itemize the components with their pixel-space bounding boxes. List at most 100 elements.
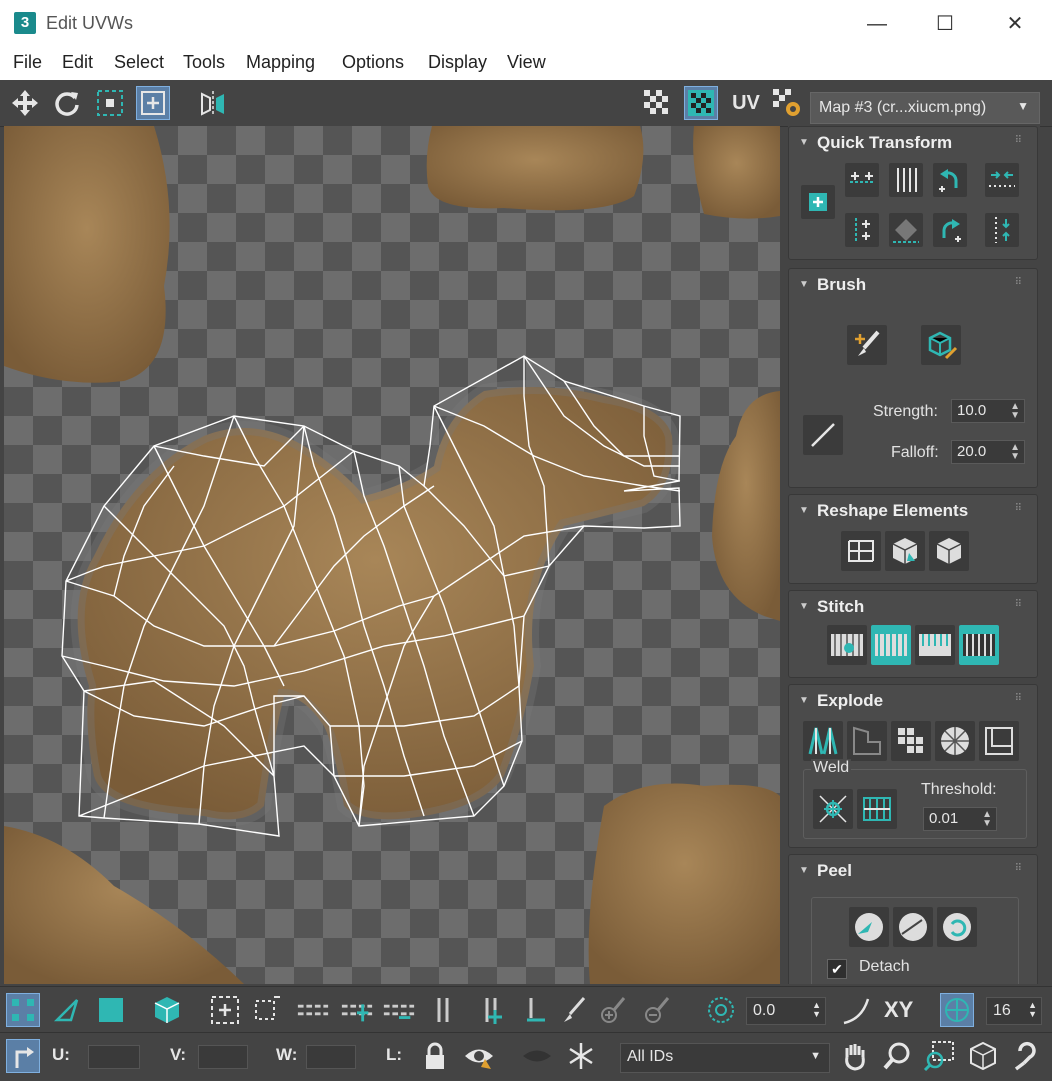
spinner-arrows-icon[interactable]: ▲ ▼ [1010, 402, 1020, 421]
relax-icon[interactable] [885, 531, 925, 571]
paint-select-icon[interactable] [556, 993, 590, 1027]
freeze-icon[interactable] [564, 1039, 598, 1073]
flatten-icon[interactable] [891, 721, 931, 761]
lock-icon[interactable] [418, 1039, 452, 1073]
polygon-mode-icon[interactable] [94, 993, 128, 1027]
weld-selected-icon[interactable] [813, 789, 853, 829]
space-horizontal-icon[interactable] [985, 163, 1019, 197]
stitch-to-target-icon[interactable] [871, 625, 911, 665]
align-horizontal-icon[interactable] [845, 163, 879, 197]
pan-hand-icon[interactable] [838, 1039, 872, 1073]
minimize-button[interactable]: — [854, 8, 900, 40]
absolute-offset-icon[interactable] [6, 1039, 40, 1073]
break-icon[interactable] [803, 721, 843, 761]
close-button[interactable]: ✕ [992, 8, 1038, 40]
grow-loop-icon[interactable] [474, 993, 508, 1027]
zoom-region-icon[interactable] [922, 1039, 956, 1073]
relax-settings-icon[interactable] [929, 531, 969, 571]
quick-peel-icon[interactable] [849, 907, 889, 947]
menu-tools[interactable]: Tools [183, 52, 225, 73]
rotate-ccw-icon[interactable] [933, 163, 967, 197]
stitch-custom-icon[interactable] [827, 625, 867, 665]
shrink-selection-icon[interactable] [248, 993, 282, 1027]
scale-icon[interactable] [93, 86, 127, 120]
grow-ring-icon[interactable] [340, 993, 374, 1027]
menu-options[interactable]: Options [342, 52, 404, 73]
move-icon[interactable] [8, 86, 42, 120]
weld-target-icon[interactable] [857, 789, 897, 829]
map-settings-icon[interactable] [770, 86, 804, 120]
rotation-spinner[interactable]: 0.0 ▲ ▼ [746, 997, 826, 1025]
stitch-average-icon[interactable] [915, 625, 955, 665]
freeform-icon[interactable] [136, 86, 170, 120]
rotation-snap-icon[interactable] [704, 993, 738, 1027]
v-field[interactable] [198, 1045, 248, 1069]
spinner-arrows-icon[interactable]: ▲ ▼ [812, 1001, 821, 1019]
grid-value-spinner[interactable]: 16 ▲ ▼ [986, 997, 1042, 1025]
rotate-cw-icon[interactable] [933, 213, 967, 247]
grid-snap-icon[interactable] [940, 993, 974, 1027]
shrink-brush-icon[interactable] [640, 993, 674, 1027]
shrink-ring-icon[interactable] [382, 993, 416, 1027]
paint-move-icon[interactable] [847, 325, 887, 365]
rollout-title[interactable]: Quick Transform [817, 133, 952, 153]
brush-falloff-icon[interactable] [803, 415, 843, 455]
unhide-icon[interactable] [520, 1039, 554, 1073]
detach-checkbox[interactable]: ✔ [827, 959, 847, 979]
menu-mapping[interactable]: Mapping [246, 52, 315, 73]
uv-toggle[interactable]: UV [728, 86, 764, 120]
reset-peel-icon[interactable] [937, 907, 977, 947]
zoom-icon[interactable] [880, 1039, 914, 1073]
material-id-select[interactable]: All IDs ▼ [620, 1043, 830, 1073]
explode-sphere-icon[interactable] [935, 721, 975, 761]
align-center-icon[interactable] [889, 213, 923, 247]
help-icon[interactable] [1010, 1039, 1044, 1073]
rollout-title[interactable]: Explode [817, 691, 883, 711]
enlarge-brush-icon[interactable] [596, 993, 630, 1027]
threshold-spinner[interactable]: 0.01 ▲ ▼ [923, 807, 997, 831]
menu-select[interactable]: Select [114, 52, 164, 73]
rollout-title[interactable]: Reshape Elements [817, 501, 968, 521]
show-map-icon[interactable] [684, 86, 718, 120]
w-field[interactable] [306, 1045, 356, 1069]
xy-toggle[interactable]: XY [884, 997, 913, 1023]
hide-icon[interactable] [462, 1039, 496, 1073]
rollout-title[interactable]: Brush [817, 275, 866, 295]
collapse-icon[interactable]: ▼ [799, 601, 809, 612]
maximize-button[interactable]: ☐ [922, 8, 968, 40]
space-vertical-icon[interactable] [985, 213, 1019, 247]
menu-display[interactable]: Display [428, 52, 487, 73]
checker-pattern-icon[interactable] [640, 86, 674, 120]
shrink-loop-icon[interactable] [518, 993, 552, 1027]
ring-selection-icon[interactable] [296, 993, 330, 1027]
align-grid-icon[interactable] [845, 213, 879, 247]
edge-mode-icon[interactable] [50, 993, 84, 1027]
mirror-icon[interactable] [196, 86, 230, 120]
detach-edge-icon[interactable] [847, 721, 887, 761]
collapse-icon[interactable]: ▼ [799, 865, 809, 876]
collapse-icon[interactable]: ▼ [799, 137, 809, 148]
uv-editor-viewport[interactable] [4, 126, 780, 984]
element-mode-icon[interactable] [150, 993, 184, 1027]
explode-by-smoothing-icon[interactable] [979, 721, 1019, 761]
spinner-arrows-icon[interactable]: ▲ ▼ [1028, 1001, 1037, 1019]
peel-mode-icon[interactable] [893, 907, 933, 947]
stitch-to-source-icon[interactable] [959, 625, 999, 665]
u-field[interactable] [88, 1045, 140, 1069]
rotate-icon[interactable] [50, 86, 84, 120]
rollout-title[interactable]: Peel [817, 861, 852, 881]
loop-selection-icon[interactable] [426, 993, 460, 1027]
spinner-arrows-icon[interactable]: ▲ ▼ [982, 810, 992, 829]
straighten-icon[interactable] [841, 531, 881, 571]
zoom-extents-icon[interactable] [966, 1039, 1000, 1073]
grow-selection-icon[interactable] [208, 993, 242, 1027]
vertex-mode-icon[interactable] [6, 993, 40, 1027]
menu-view[interactable]: View [507, 52, 546, 73]
menu-edit[interactable]: Edit [62, 52, 93, 73]
map-select[interactable]: Map #3 (cr...xiucm.png) ▼ [810, 92, 1040, 124]
soft-selection-icon[interactable] [840, 993, 874, 1027]
spinner-arrows-icon[interactable]: ▲ ▼ [1010, 443, 1020, 462]
falloff-spinner[interactable]: 20.0 ▲ ▼ [951, 440, 1025, 464]
collapse-icon[interactable]: ▼ [799, 695, 809, 706]
menu-file[interactable]: File [13, 52, 42, 73]
